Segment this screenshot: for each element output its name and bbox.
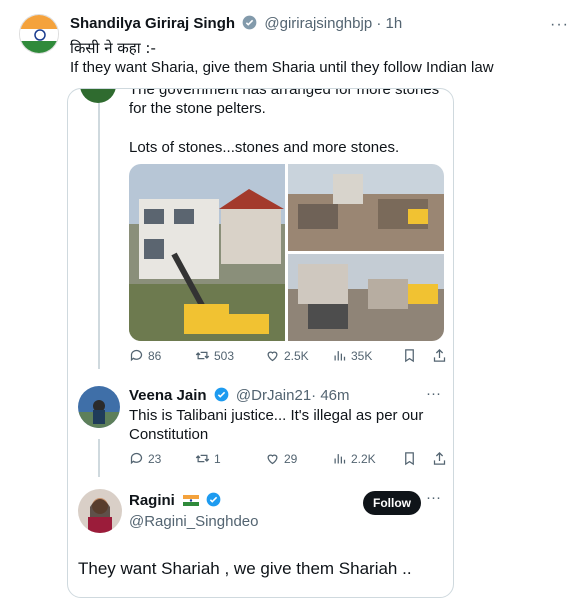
retweet-count: 503 bbox=[214, 348, 235, 363]
views-count: 2.2K bbox=[351, 451, 376, 466]
more-options-icon[interactable]: ··· bbox=[426, 489, 441, 506]
heart-icon bbox=[267, 454, 278, 465]
retweet-icon bbox=[195, 454, 210, 463]
reply-icon bbox=[130, 349, 143, 362]
reply-button[interactable]: 23 bbox=[129, 451, 161, 466]
tweet-text-line-2: If they want Sharia, give them Sharia un… bbox=[70, 59, 494, 76]
ragini-handle[interactable]: @Ragini_Singhdeo bbox=[129, 513, 259, 530]
like-button[interactable]: 29 bbox=[265, 451, 297, 466]
reply-count: 86 bbox=[148, 348, 162, 363]
embedded-thread-card[interactable]: The government has arranged for more sto… bbox=[67, 88, 454, 598]
ragini-header: Ragini bbox=[129, 492, 224, 509]
bookmark-button[interactable] bbox=[402, 451, 417, 466]
reply-count: 23 bbox=[148, 451, 162, 466]
thread-connector bbox=[98, 89, 100, 369]
bookmark-icon bbox=[405, 452, 414, 466]
retweet-count: 1 bbox=[214, 451, 221, 466]
like-count: 2.5K bbox=[284, 348, 309, 363]
verified-badge-icon bbox=[206, 492, 221, 507]
cropped-avatar bbox=[80, 89, 116, 103]
ragini-avatar[interactable] bbox=[78, 489, 122, 533]
share-button[interactable] bbox=[432, 451, 447, 466]
retweet-button[interactable]: 503 bbox=[195, 348, 234, 363]
views-button[interactable]: 2.2K bbox=[332, 451, 376, 466]
more-options-icon[interactable]: ··· bbox=[426, 385, 441, 402]
views-icon bbox=[334, 454, 346, 464]
media-grid[interactable] bbox=[129, 164, 444, 341]
bookmark-icon bbox=[405, 349, 414, 363]
share-icon bbox=[433, 348, 446, 362]
tweet-time[interactable]: · 1h bbox=[376, 15, 402, 32]
ragini-name[interactable]: Ragini bbox=[129, 492, 175, 509]
author-handle[interactable]: @girirajsinghbjp bbox=[264, 15, 372, 32]
demolition-photo-1[interactable] bbox=[129, 164, 285, 341]
demolition-photo-3[interactable] bbox=[288, 254, 444, 341]
quoted-text-cropped: The government has arranged for more sto… bbox=[129, 88, 440, 98]
views-button[interactable]: 35K bbox=[332, 348, 372, 363]
more-options-icon[interactable]: ··· bbox=[550, 16, 569, 34]
views-icon bbox=[334, 351, 346, 361]
reply-button[interactable]: 86 bbox=[129, 348, 161, 363]
demolition-photo-2[interactable] bbox=[288, 164, 444, 251]
heart-icon bbox=[267, 351, 278, 362]
views-count: 35K bbox=[351, 348, 373, 363]
bookmark-button[interactable] bbox=[402, 348, 417, 363]
reply-text: This is Talibani justice... It's illegal… bbox=[129, 407, 424, 443]
reply-author-name[interactable]: Veena Jain bbox=[129, 387, 207, 404]
verified-badge-icon bbox=[214, 387, 229, 402]
verified-badge-icon bbox=[242, 15, 257, 30]
tweet-text-line-1: किसी ने कहा :- bbox=[70, 39, 156, 57]
tweet-header: Shandilya Giriraj Singh @girirajsinghbjp… bbox=[70, 15, 402, 32]
tweet-screenshot: Shandilya Giriraj Singh @girirajsinghbjp… bbox=[0, 0, 583, 601]
reply-author-handle[interactable]: @DrJain21 bbox=[236, 387, 311, 404]
quoted-text-line-1: for the stone pelters. bbox=[129, 100, 266, 117]
like-button[interactable]: 2.5K bbox=[265, 348, 309, 363]
retweet-icon bbox=[195, 351, 210, 360]
ragini-tweet-text: They want Shariah , we give them Shariah… bbox=[78, 559, 412, 578]
follow-button[interactable]: Follow bbox=[363, 491, 421, 515]
thread-connector bbox=[98, 439, 100, 477]
share-button[interactable] bbox=[432, 348, 447, 363]
reply-time[interactable]: · 46m bbox=[311, 387, 349, 404]
reply-header: Veena Jain @DrJain21· 46m bbox=[129, 387, 350, 404]
profile-avatar[interactable] bbox=[19, 14, 59, 54]
author-name[interactable]: Shandilya Giriraj Singh bbox=[70, 15, 235, 32]
reply-avatar[interactable] bbox=[78, 386, 120, 428]
retweet-button[interactable]: 1 bbox=[195, 451, 221, 466]
like-count: 29 bbox=[284, 451, 298, 466]
india-flag-icon bbox=[183, 493, 200, 506]
share-icon bbox=[433, 451, 446, 465]
reply-icon bbox=[130, 452, 143, 465]
quoted-text-line-2: Lots of stones...stones and more stones. bbox=[129, 139, 400, 156]
